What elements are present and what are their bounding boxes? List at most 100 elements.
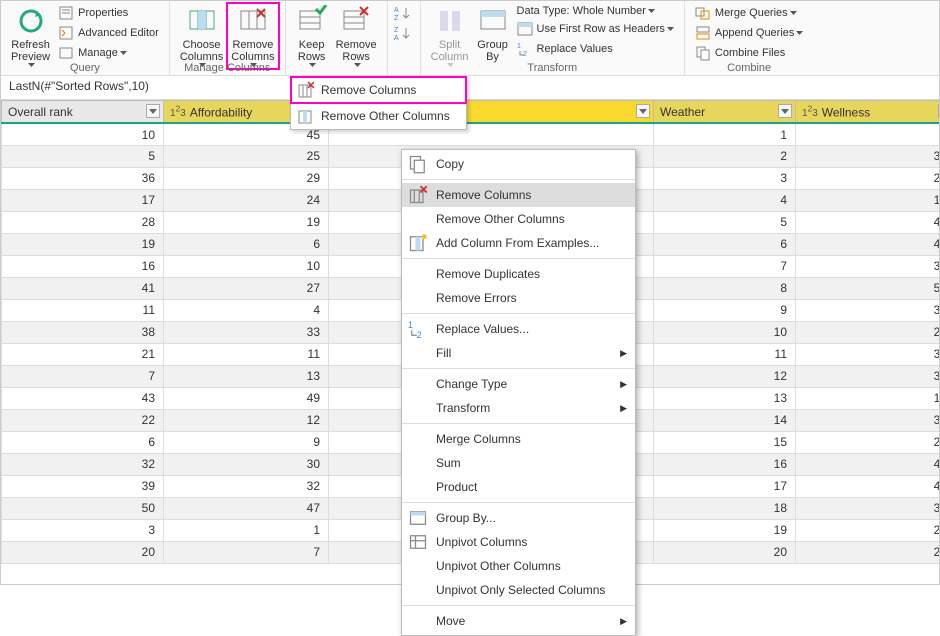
table-cell[interactable]: 18 — [654, 497, 796, 519]
ctx-change-type[interactable]: Change Type▶ — [402, 372, 635, 396]
table-cell[interactable]: 19 — [796, 387, 940, 409]
table-cell[interactable]: 20 — [2, 541, 164, 563]
filter-icon[interactable] — [146, 104, 160, 118]
column-header-wellness[interactable]: 123Wellness — [796, 101, 940, 124]
merge-queries-button[interactable]: Merge Queries — [691, 3, 808, 23]
table-cell[interactable]: 15 — [654, 431, 796, 453]
table-cell[interactable]: 36 — [2, 167, 164, 189]
table-row[interactable]: 104519 — [2, 123, 940, 145]
table-cell[interactable]: 32 — [2, 453, 164, 475]
table-cell[interactable]: 29 — [164, 167, 329, 189]
table-cell[interactable]: 7 — [164, 541, 329, 563]
table-cell[interactable]: 9 — [796, 123, 940, 145]
remove-columns-button[interactable]: Remove Columns — [227, 3, 278, 69]
group-by-button[interactable]: Group By — [473, 3, 513, 65]
column-header-overall-rank[interactable]: Overall rank — [2, 101, 164, 124]
table-cell[interactable]: 43 — [2, 387, 164, 409]
data-type-button[interactable]: Data Type: Whole Number — [513, 3, 678, 19]
table-cell[interactable]: 6 — [164, 233, 329, 255]
sort-desc-button[interactable]: ZA — [390, 23, 418, 43]
ctx-copy[interactable]: Copy — [402, 152, 635, 176]
table-cell[interactable]: 19 — [2, 233, 164, 255]
ctx-unpivot-selected[interactable]: Unpivot Only Selected Columns — [402, 578, 635, 602]
table-cell[interactable]: 31 — [796, 145, 940, 167]
table-cell[interactable]: 20 — [654, 541, 796, 563]
table-cell[interactable]: 33 — [796, 365, 940, 387]
filter-icon[interactable] — [938, 104, 939, 118]
table-cell[interactable]: 17 — [654, 475, 796, 497]
table-cell[interactable]: 3 — [2, 519, 164, 541]
table-cell[interactable]: 35 — [796, 409, 940, 431]
table-cell[interactable]: 2 — [654, 145, 796, 167]
table-cell[interactable]: 27 — [796, 519, 940, 541]
ctx-remove-errors[interactable]: Remove Errors — [402, 286, 635, 310]
ctx-transform[interactable]: Transform▶ — [402, 396, 635, 420]
formula-bar[interactable]: LastN(#"Sorted Rows",10) — [1, 76, 939, 100]
table-cell[interactable]: 27 — [164, 277, 329, 299]
remove-rows-button[interactable]: Remove Rows — [332, 3, 381, 69]
dropdown-remove-other-columns[interactable]: Remove Other Columns — [291, 103, 466, 129]
table-cell[interactable]: 40 — [796, 233, 940, 255]
table-cell[interactable]: 7 — [654, 255, 796, 277]
table-cell[interactable]: 37 — [796, 497, 940, 519]
table-cell[interactable]: 8 — [654, 277, 796, 299]
ctx-replace-values[interactable]: 12Replace Values... — [402, 317, 635, 341]
table-cell[interactable]: 33 — [164, 321, 329, 343]
ctx-remove-columns[interactable]: Remove Columns — [402, 183, 635, 207]
table-cell[interactable]: 11 — [164, 343, 329, 365]
properties-button[interactable]: Properties — [54, 3, 163, 23]
table-cell[interactable]: 13 — [654, 387, 796, 409]
table-cell[interactable]: 34 — [796, 299, 940, 321]
table-cell[interactable]: 24 — [796, 431, 940, 453]
table-cell[interactable]: 50 — [796, 277, 940, 299]
table-cell[interactable]: 9 — [654, 299, 796, 321]
table-cell[interactable]: 6 — [654, 233, 796, 255]
column-header-weather[interactable]: Weather — [654, 101, 796, 124]
table-cell[interactable]: 35 — [796, 343, 940, 365]
table-cell[interactable]: 5 — [654, 211, 796, 233]
replace-values-button[interactable]: 12Replace Values — [513, 39, 678, 59]
ctx-product[interactable]: Product — [402, 475, 635, 499]
table-cell[interactable]: 39 — [2, 475, 164, 497]
table-cell[interactable]: 41 — [796, 453, 940, 475]
filter-icon[interactable] — [636, 104, 650, 118]
table-cell[interactable]: 10 — [654, 321, 796, 343]
table-cell[interactable]: 47 — [164, 497, 329, 519]
table-cell[interactable]: 11 — [654, 343, 796, 365]
table-cell[interactable]: 10 — [164, 255, 329, 277]
table-cell[interactable]: 29 — [796, 321, 940, 343]
split-column-button[interactable]: Split Column — [427, 3, 473, 69]
ctx-move[interactable]: Move▶ — [402, 609, 635, 633]
sort-asc-button[interactable]: AZ — [390, 3, 418, 23]
manage-button[interactable]: Manage — [54, 43, 163, 63]
table-cell[interactable]: 22 — [2, 409, 164, 431]
keep-rows-button[interactable]: Keep Rows — [292, 3, 332, 69]
combine-files-button[interactable]: Combine Files — [691, 43, 808, 63]
table-cell[interactable]: 13 — [164, 365, 329, 387]
table-cell[interactable]: 12 — [654, 365, 796, 387]
table-cell[interactable]: 5 — [2, 145, 164, 167]
ctx-merge-columns[interactable]: Merge Columns — [402, 427, 635, 451]
choose-columns-button[interactable]: Choose Columns — [176, 3, 227, 69]
table-cell[interactable]: 13 — [796, 189, 940, 211]
table-cell[interactable]: 41 — [2, 277, 164, 299]
table-cell[interactable]: 25 — [164, 145, 329, 167]
table-cell[interactable]: 3 — [654, 167, 796, 189]
table-cell[interactable]: 11 — [2, 299, 164, 321]
table-cell[interactable]: 19 — [164, 211, 329, 233]
table-cell[interactable]: 6 — [2, 431, 164, 453]
table-cell[interactable]: 12 — [164, 409, 329, 431]
table-cell[interactable]: 30 — [164, 453, 329, 475]
table-cell[interactable]: 16 — [654, 453, 796, 475]
ctx-unpivot-other[interactable]: Unpivot Other Columns — [402, 554, 635, 578]
ctx-remove-other-columns[interactable]: Remove Other Columns — [402, 207, 635, 231]
table-cell[interactable]: 14 — [654, 409, 796, 431]
table-cell[interactable]: 10 — [2, 123, 164, 145]
table-cell[interactable]: 38 — [2, 321, 164, 343]
table-cell[interactable]: 42 — [796, 475, 940, 497]
ctx-sum[interactable]: Sum — [402, 451, 635, 475]
ctx-group-by[interactable]: Group By... — [402, 506, 635, 530]
refresh-preview-button[interactable]: Refresh Preview — [7, 3, 54, 69]
table-cell[interactable]: 17 — [2, 189, 164, 211]
dropdown-remove-columns[interactable]: Remove Columns — [291, 77, 466, 103]
